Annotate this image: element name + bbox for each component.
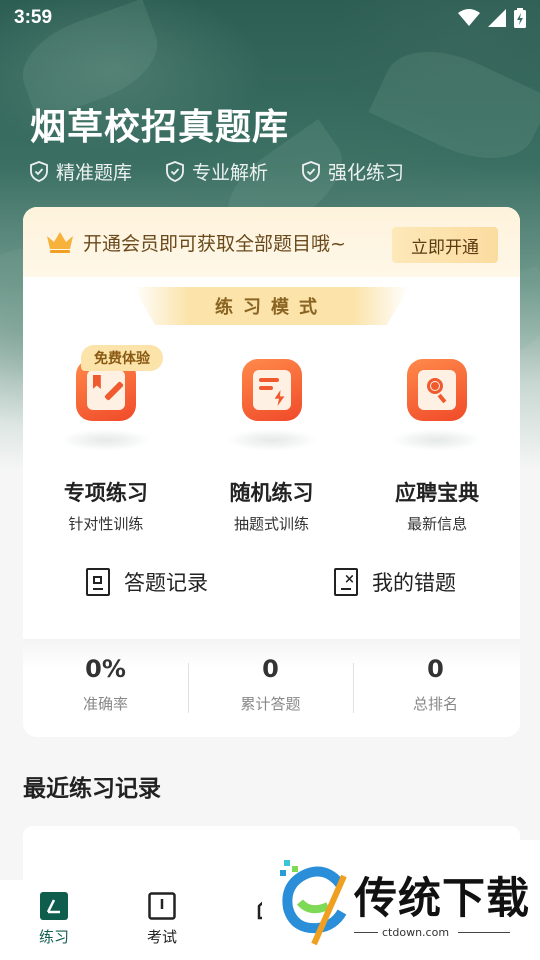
nav-label: 考试	[146, 928, 177, 946]
vip-banner[interactable]: 开通会员即可获取全部题目哦~ 立即开通	[23, 207, 520, 277]
feature-label: 精准题库	[56, 162, 133, 184]
nav-exam[interactable]: 考试	[108, 892, 216, 960]
practice-modes: 免费体验 专项练习 针对性训练 随机练习 抽题式训练 应聘宝典 最新信息	[23, 345, 520, 534]
shield-check-icon	[302, 161, 320, 182]
stat-accuracy: 0% 准确率	[23, 655, 188, 714]
wifi-icon	[458, 9, 480, 26]
practice-card: 开通会员即可获取全部题目哦~ 立即开通 练习模式 免费体验 专项练习 针对性训练	[23, 207, 520, 737]
shield-check-icon	[30, 161, 48, 182]
open-membership-button[interactable]: 立即开通	[392, 227, 498, 263]
answer-record-label: 答题记录	[124, 571, 208, 595]
mode-name: 随机练习	[229, 481, 314, 505]
feature-item: 专业解析	[166, 158, 268, 185]
watermark-brand: 传统下载	[354, 874, 530, 924]
nav-label: 练习	[38, 928, 69, 946]
stat-label: 准确率	[82, 695, 128, 713]
watermark-url: ctdown.com	[382, 926, 450, 939]
my-mistakes-label: 我的错题	[372, 571, 456, 595]
battery-icon	[514, 8, 526, 28]
stat-label: 总排名	[412, 695, 458, 713]
stat-total-answers: 0 累计答题	[188, 655, 353, 714]
stat-value: 0	[427, 655, 444, 683]
feature-item: 强化练习	[302, 158, 404, 185]
mode-desc: 抽题式训练	[234, 515, 310, 533]
status-bar: 3:59	[0, 0, 540, 36]
crown-icon	[47, 232, 73, 253]
record-icon	[86, 568, 110, 596]
record-links: 答题记录 × 我的错题	[23, 567, 520, 597]
exam-icon	[148, 892, 176, 920]
free-trial-badge: 免费体验	[81, 345, 163, 371]
stat-value: 0%	[85, 655, 126, 683]
status-time: 3:59	[14, 7, 53, 28]
mode-desc: 针对性训练	[68, 515, 144, 533]
practice-icon	[40, 892, 68, 920]
recent-section-title: 最近练习记录	[23, 776, 161, 802]
signal-icon	[488, 9, 506, 27]
document-lightning-icon	[241, 359, 302, 421]
feature-label: 强化练习	[328, 162, 405, 184]
vip-text: 开通会员即可获取全部题目哦~	[83, 232, 346, 255]
mode-desc: 最新信息	[407, 515, 468, 533]
answer-record-link[interactable]: 答题记录	[23, 567, 271, 597]
watermark-logo-icon	[280, 860, 347, 946]
stat-value: 0	[262, 655, 279, 683]
page-title: 烟草校招真题库	[30, 107, 290, 148]
feature-label: 专业解析	[192, 162, 269, 184]
my-mistakes-link[interactable]: × 我的错题	[271, 567, 519, 597]
mode-random-practice[interactable]: 随机练习 抽题式训练	[189, 355, 355, 534]
mode-name: 应聘宝典	[395, 481, 480, 505]
mode-special-practice[interactable]: 免费体验 专项练习 针对性训练	[23, 345, 189, 534]
watermark: 传统下载 ctdown.com	[262, 840, 540, 960]
feature-item: 精准题库	[30, 158, 132, 185]
mode-job-guide[interactable]: 应聘宝典 最新信息	[354, 355, 520, 534]
nav-practice[interactable]: 练习	[0, 892, 108, 960]
hero-features: 精准题库 专业解析 强化练习	[30, 158, 404, 185]
stat-ranking: 0 总排名	[353, 655, 518, 714]
mode-section-title: 练习模式	[133, 287, 409, 325]
stat-label: 累计答题	[240, 695, 301, 713]
mode-name: 专项练习	[63, 481, 148, 505]
book-search-icon	[407, 359, 468, 421]
mistake-icon: ×	[334, 568, 358, 596]
stats-row: 0% 准确率 0 累计答题 0 总排名	[23, 655, 520, 714]
shield-check-icon	[166, 161, 184, 182]
